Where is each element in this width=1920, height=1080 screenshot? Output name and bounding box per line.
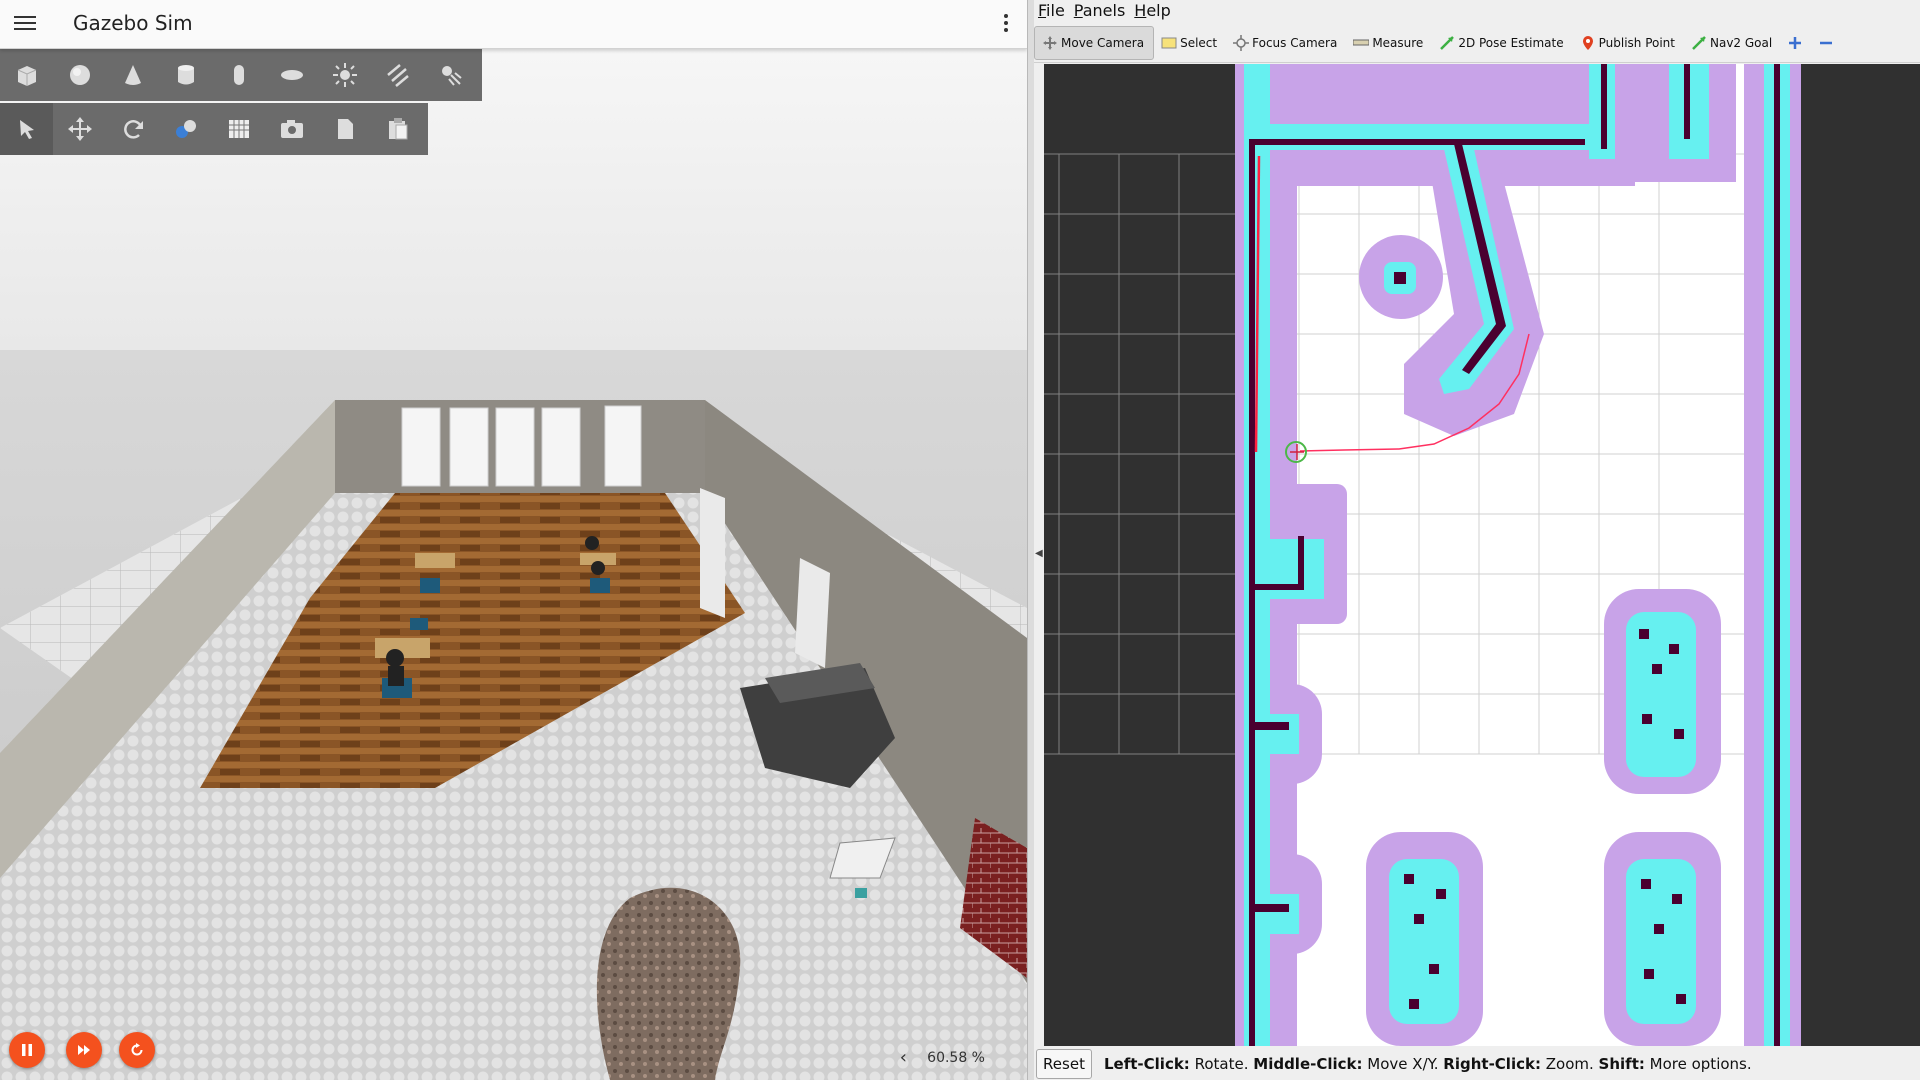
nav-goal-icon bbox=[1692, 36, 1706, 50]
pause-icon[interactable] bbox=[9, 1032, 45, 1068]
add-tool-plus-icon[interactable] bbox=[1781, 27, 1812, 59]
pose-estimate-icon bbox=[1440, 36, 1455, 50]
focus-camera-icon bbox=[1233, 35, 1250, 51]
3d-render-view[interactable] bbox=[1044, 64, 1920, 1046]
tool-bar: Move Camera Select Focus Camera Measure … bbox=[1034, 24, 1920, 63]
simulation-controls: ‹ 60.58 % bbox=[0, 1020, 1027, 1080]
app-title: Gazebo Sim bbox=[73, 11, 193, 35]
hamburger-menu-icon[interactable] bbox=[14, 12, 36, 34]
camera-icon[interactable] bbox=[265, 103, 318, 155]
reset-button[interactable]: Reset bbox=[1036, 1049, 1092, 1079]
menu-bar: File Panels Help bbox=[1034, 0, 1920, 22]
more-options-icon[interactable] bbox=[1003, 12, 1009, 34]
chevron-left-icon[interactable]: ‹ bbox=[900, 1047, 907, 1068]
hint-left-key: Left-Click: bbox=[1104, 1055, 1190, 1073]
gazebo-header: Gazebo Sim bbox=[0, 0, 1027, 49]
menu-help[interactable]: Help bbox=[1130, 0, 1175, 22]
cylinder-icon[interactable] bbox=[159, 49, 212, 101]
shapes-toolbar bbox=[0, 49, 482, 101]
translate-icon[interactable] bbox=[53, 103, 106, 155]
menu-panels[interactable]: Panels bbox=[1070, 0, 1131, 22]
step-icon[interactable] bbox=[66, 1032, 102, 1068]
tool-measure[interactable]: Measure bbox=[1346, 27, 1432, 59]
ellipsoid-icon[interactable] bbox=[265, 49, 318, 101]
reset-icon[interactable] bbox=[119, 1032, 155, 1068]
copy-icon[interactable] bbox=[318, 103, 371, 155]
tool-select[interactable]: Select bbox=[1154, 27, 1226, 59]
remove-tool-minus-icon[interactable] bbox=[1812, 27, 1843, 59]
hint-middle-action: Move X/Y. bbox=[1367, 1055, 1439, 1073]
hint-right-key: Right-Click: bbox=[1443, 1055, 1541, 1073]
gazebo-window: Gazebo Sim ‹ 60.58 % bbox=[0, 0, 1027, 1080]
hint-right-action: Zoom. bbox=[1545, 1055, 1594, 1073]
select-cursor-icon[interactable] bbox=[0, 103, 53, 155]
grid-snap-icon[interactable] bbox=[159, 103, 212, 155]
directional-light-icon[interactable] bbox=[371, 49, 424, 101]
transform-toolbar bbox=[0, 103, 428, 155]
mouse-hint: Left-Click: Rotate. Middle-Click: Move X… bbox=[1104, 1055, 1752, 1073]
menu-file[interactable]: File bbox=[1034, 0, 1070, 22]
move-camera-icon bbox=[1043, 36, 1057, 50]
tool-move-camera[interactable]: Move Camera bbox=[1034, 26, 1155, 60]
paste-icon[interactable] bbox=[371, 103, 424, 155]
sphere-icon[interactable] bbox=[53, 49, 106, 101]
tool-nav2-goal[interactable]: Nav2 Goal bbox=[1684, 27, 1781, 59]
hint-left-action: Rotate. bbox=[1194, 1055, 1249, 1073]
3d-viewport[interactable] bbox=[0, 48, 1027, 1080]
hint-shift-action: More options. bbox=[1649, 1055, 1752, 1073]
tool-focus-camera[interactable]: Focus Camera bbox=[1226, 27, 1346, 59]
rviz-window: File Panels Help Move Camera Select Focu… bbox=[1034, 0, 1920, 1080]
capsule-icon[interactable] bbox=[212, 49, 265, 101]
collapse-panel-handle-icon[interactable]: ◀ bbox=[1035, 548, 1043, 559]
real-time-factor: 60.58 % bbox=[927, 1050, 985, 1066]
select-icon bbox=[1161, 37, 1177, 49]
grid-icon[interactable] bbox=[212, 103, 265, 155]
box-icon[interactable] bbox=[0, 49, 53, 101]
publish-point-icon bbox=[1582, 36, 1593, 50]
tool-2d-pose-estimate[interactable]: 2D Pose Estimate bbox=[1432, 27, 1572, 59]
hint-shift-key: Shift: bbox=[1598, 1055, 1645, 1073]
hint-middle-key: Middle-Click: bbox=[1253, 1055, 1363, 1073]
status-bar: Reset Left-Click: Rotate. Middle-Click: … bbox=[1034, 1048, 1920, 1080]
tool-publish-point[interactable]: Publish Point bbox=[1573, 27, 1684, 59]
measure-icon bbox=[1353, 39, 1370, 46]
spot-light-icon[interactable] bbox=[424, 49, 477, 101]
rotate-icon[interactable] bbox=[106, 103, 159, 155]
sun-icon[interactable] bbox=[318, 49, 371, 101]
cone-icon[interactable] bbox=[106, 49, 159, 101]
